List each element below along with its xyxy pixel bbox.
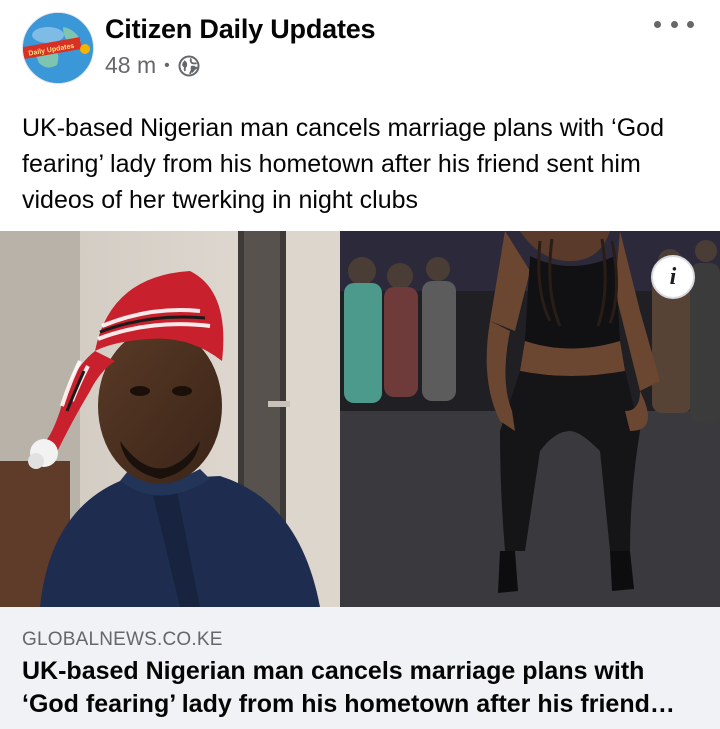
page-avatar[interactable]: Daily Updates [22, 12, 94, 84]
left-photo [0, 231, 340, 607]
globe-icon[interactable] [178, 55, 200, 77]
more-options-icon[interactable] [654, 12, 694, 36]
more-dot [687, 20, 694, 28]
post-time[interactable]: 48 m [105, 52, 156, 79]
page-name[interactable]: Citizen Daily Updates [105, 14, 376, 45]
link-domain: GLOBALNEWS.CO.KE [22, 629, 223, 650]
link-title[interactable]: UK-based Nigerian man cancels marriage p… [22, 655, 698, 721]
post-header: Daily Updates Citizen Daily Updates 48 m… [0, 0, 720, 96]
meta-separator: • [164, 56, 170, 74]
post-meta: 48 m • [105, 52, 200, 79]
more-dot [670, 20, 678, 28]
post-media[interactable] [0, 231, 720, 607]
globe-logo-icon: Daily Updates [23, 13, 93, 83]
more-dot [654, 20, 661, 28]
info-icon[interactable]: i [651, 255, 695, 299]
link-preview[interactable]: GLOBALNEWS.CO.KE UK-based Nigerian man c… [0, 607, 720, 729]
post-text: UK-based Nigerian man cancels marriage p… [22, 114, 664, 214]
